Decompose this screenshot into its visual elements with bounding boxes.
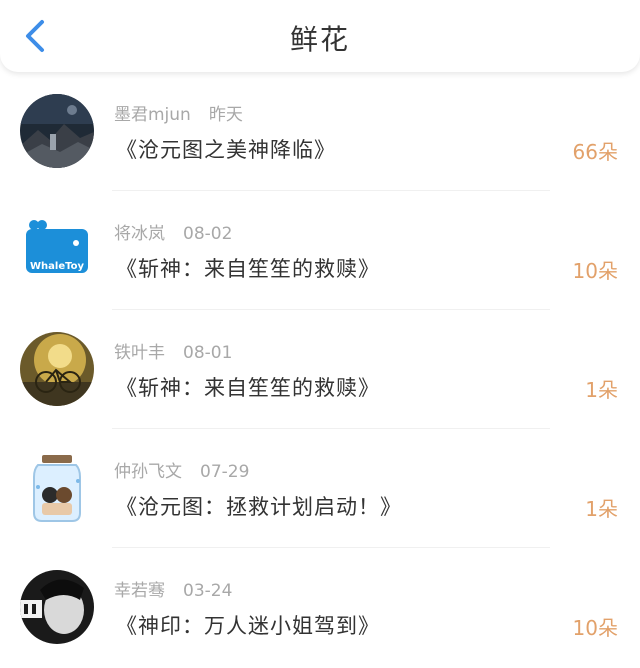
book-title[interactable]: 《斩神：来自笙笙的救赎》: [116, 372, 380, 402]
glass-jar-avatar-icon: [20, 451, 94, 525]
flower-count: 1朵: [585, 497, 618, 521]
list-item[interactable]: 幸若骞 03-24 《神印：万人迷小姐驾到》 10朵: [0, 548, 640, 667]
user-name[interactable]: 幸若骞: [114, 581, 165, 601]
avatar[interactable]: [20, 570, 94, 644]
avatar[interactable]: [20, 94, 94, 168]
item-meta: 幸若骞 03-24: [114, 576, 232, 601]
book-title[interactable]: 《神印：万人迷小姐驾到》: [116, 610, 380, 640]
item-date: 03-24: [183, 581, 233, 601]
avatar[interactable]: [20, 332, 94, 406]
book-title[interactable]: 《沧元图：拯救计划启动！》: [116, 491, 402, 521]
screen: 鲜花 墨君mjun 昨天 《沧元图之美神降临》 66朵 WhaleToy 将冰岚…: [0, 0, 640, 668]
item-meta: 将冰岚 08-02: [114, 219, 232, 244]
item-meta: 铁叶丰 08-01: [114, 338, 232, 363]
bicycle-photo-avatar-icon: [20, 332, 94, 406]
whaletoy-logo-avatar-icon: WhaleToy: [20, 213, 94, 287]
user-name[interactable]: 墨君mjun: [114, 105, 191, 125]
list-item[interactable]: 仲孙飞文 07-29 《沧元图：拯救计划启动！》 1朵: [0, 429, 640, 548]
avatar[interactable]: WhaleToy: [20, 213, 94, 287]
page-title: 鲜花: [289, 23, 350, 56]
book-title[interactable]: 《斩神：来自笙笙的救赎》: [116, 253, 380, 283]
flower-count: 10朵: [572, 259, 618, 283]
item-meta: 仲孙飞文 07-29: [114, 457, 249, 482]
flower-count: 1朵: [585, 378, 618, 402]
user-name[interactable]: 仲孙飞文: [114, 462, 182, 482]
user-name[interactable]: 铁叶丰: [114, 343, 165, 363]
list-item[interactable]: WhaleToy 将冰岚 08-02 《斩神：来自笙笙的救赎》 10朵: [0, 191, 640, 310]
book-title[interactable]: 《沧元图之美神降临》: [116, 134, 336, 164]
item-date: 08-02: [183, 224, 233, 244]
item-date: 昨天: [208, 105, 243, 125]
item-date: 07-29: [200, 462, 250, 482]
night-scene-avatar-icon: [20, 94, 94, 168]
user-name[interactable]: 将冰岚: [114, 224, 165, 244]
bw-portrait-avatar-icon: [20, 570, 94, 644]
flower-list: 墨君mjun 昨天 《沧元图之美神降临》 66朵 WhaleToy 将冰岚 08-0…: [0, 72, 640, 667]
list-item[interactable]: 墨君mjun 昨天 《沧元图之美神降临》 66朵: [0, 72, 640, 191]
item-meta: 墨君mjun 昨天: [114, 100, 243, 125]
avatar[interactable]: [20, 451, 94, 525]
item-date: 08-01: [183, 343, 233, 363]
flower-count: 66朵: [572, 140, 618, 164]
avatar-text: WhaleToy: [30, 261, 84, 272]
list-item[interactable]: 铁叶丰 08-01 《斩神：来自笙笙的救赎》 1朵: [0, 310, 640, 429]
top-bar: 鲜花: [0, 0, 640, 72]
flower-count: 10朵: [572, 616, 618, 640]
